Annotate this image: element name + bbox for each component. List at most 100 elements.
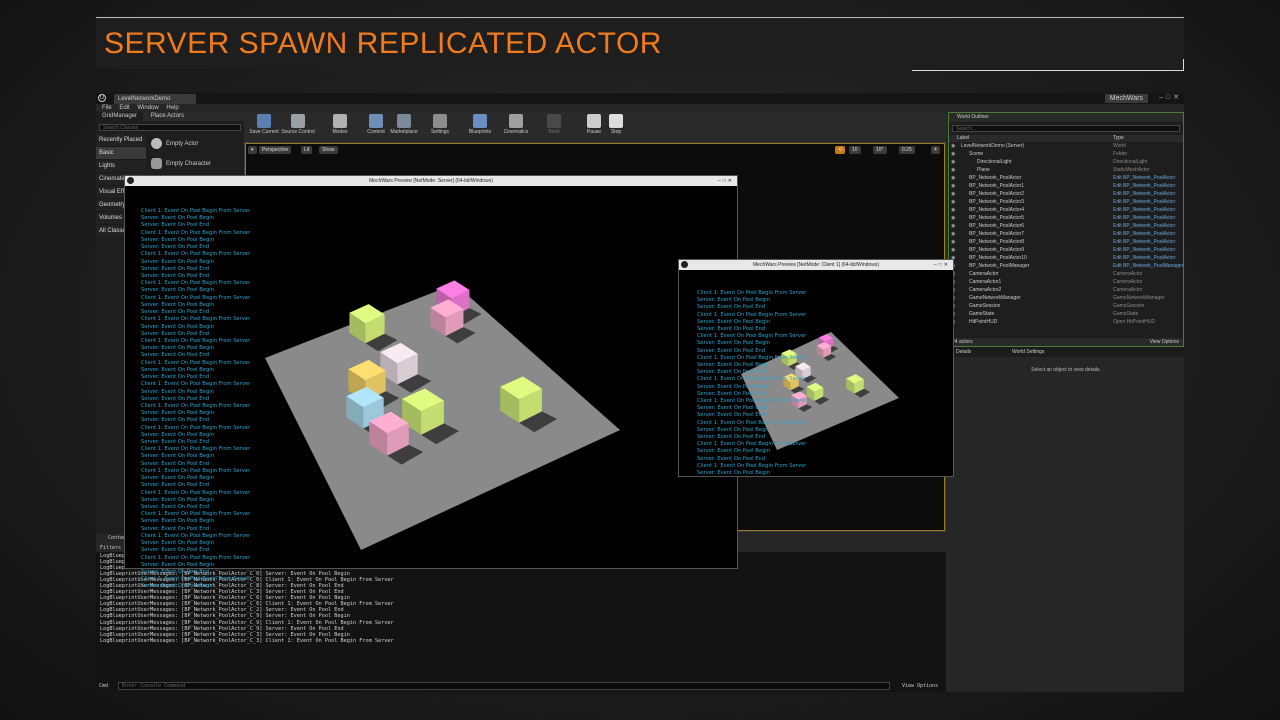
outliner-row-type[interactable]: Edit BP_Network_PoolManager	[1113, 262, 1183, 270]
tab-place-actors[interactable]: Place Actors	[145, 112, 190, 121]
server-preview-window[interactable]: MechWars Preview [NetMode: Server] (64-b…	[124, 175, 738, 589]
visibility-eye-icon[interactable]: ◉	[951, 246, 955, 254]
marketplace-icon	[397, 114, 411, 128]
filters-button[interactable]: Filters	[100, 545, 121, 551]
outliner-row-type[interactable]: Edit BP_Network_PoolActor	[1113, 190, 1175, 198]
onscreen-log-line: Client 1: Event On Pool Begin From Serve…	[141, 467, 251, 474]
category-recently-placed[interactable]: Recently Placed	[96, 134, 146, 147]
outliner-row-type[interactable]: Edit BP_Network_PoolActor	[1113, 198, 1175, 206]
visibility-eye-icon[interactable]: ◉	[951, 222, 955, 230]
onscreen-log-line: Server: Event On Pool End	[697, 326, 766, 332]
window-controls[interactable]: –□✕	[1159, 93, 1182, 101]
outliner-row[interactable]: ◉GameStateGameState	[949, 310, 1183, 318]
visibility-eye-icon[interactable]: ◉	[951, 206, 955, 214]
stop-button[interactable]: Stop	[596, 114, 636, 135]
world-outliner-tab[interactable]: World Outliner	[949, 113, 1183, 122]
visibility-eye-icon[interactable]: ◉	[951, 238, 955, 246]
visibility-eye-icon[interactable]: ◉	[951, 190, 955, 198]
outliner-row-type[interactable]: Edit BP_Network_PoolActor	[1113, 230, 1175, 238]
list-item-empty-character[interactable]: Empty Character	[148, 154, 242, 174]
outliner-row[interactable]: ◉ LevelNetworkDemo (Server) World	[949, 142, 1183, 150]
visibility-eye-icon[interactable]: ◉	[951, 158, 955, 166]
outliner-row[interactable]: ◉ BP_Network_PoolActor2 Edit BP_Network_Po…	[949, 190, 1183, 198]
outliner-row[interactable]: ◉CameraActor1CameraActor	[949, 278, 1183, 286]
visibility-eye-icon[interactable]: ◉	[951, 230, 955, 238]
perspective-button[interactable]: Perspective	[259, 146, 292, 154]
menu-edit[interactable]: Edit	[119, 105, 129, 111]
scale-snap-value[interactable]: 0.25	[899, 146, 915, 154]
cmd-label[interactable]: Cmd	[99, 682, 108, 690]
camera-speed-value[interactable]: 4	[931, 146, 940, 154]
outliner-row[interactable]: ◉GameNetworkManagerGameNetworkManager	[949, 294, 1183, 302]
lit-button[interactable]: Lit	[301, 146, 313, 154]
visibility-eye-icon[interactable]: ◉	[951, 174, 955, 182]
list-item-empty-actor[interactable]: Empty Actor	[148, 134, 242, 154]
outliner-row[interactable]: ◉ BP_Network_PoolActor3 Edit BP_Network_Po…	[949, 198, 1183, 206]
classes-search-input[interactable]: Search Classes	[99, 124, 241, 131]
outliner-row[interactable]: ◉ DirectionalLight DirectionalLight	[949, 158, 1183, 166]
settings-button[interactable]: Settings	[420, 114, 460, 135]
visibility-eye-icon[interactable]: ◉	[951, 142, 955, 150]
outliner-row[interactable]: ◉ Scene Folder	[949, 150, 1183, 158]
marketplace-button[interactable]: Marketplace	[384, 114, 424, 135]
level-tab[interactable]: LevelNetworkDemo	[114, 94, 196, 104]
outliner-row-type[interactable]: Edit BP_Network_PoolActor	[1113, 238, 1175, 246]
outliner-row[interactable]: ◉ BP_Network_PoolActor Edit BP_Network_Poo…	[949, 174, 1183, 182]
outliner-row[interactable]: ◉ BP_Network_PoolActor6 Edit BP_Network_Po…	[949, 222, 1183, 230]
client-preview-window[interactable]: MechWars Preview [NetMode: Client 1] (64…	[678, 259, 954, 477]
outliner-row-type[interactable]: Edit BP_Network_PoolActor	[1113, 174, 1175, 182]
outliner-row[interactable]: ◉BP_Network_PoolManagerEdit BP_Network_P…	[949, 262, 1183, 270]
show-button[interactable]: Show	[319, 146, 338, 154]
grid-snap-value[interactable]: 10	[849, 146, 861, 154]
col-type[interactable]: Type	[1113, 135, 1124, 142]
outliner-row-type[interactable]: Edit BP_Network_PoolActor	[1113, 182, 1175, 190]
tab-gridmanager[interactable]: GridManager	[96, 112, 144, 121]
outliner-row-type[interactable]: Edit BP_Network_PoolActor	[1113, 222, 1175, 230]
outliner-view-options[interactable]: View Options	[1150, 338, 1179, 346]
onscreen-log-line: Client 1: Event On Pool Begin From Serve…	[141, 576, 251, 583]
outliner-row-type[interactable]: Edit BP_Network_PoolActor	[1113, 254, 1175, 262]
visibility-eye-icon[interactable]: ◉	[951, 214, 955, 222]
cinematics-button[interactable]: Cinematics	[496, 114, 536, 135]
outliner-row[interactable]: ◉ BP_Network_PoolActor5 Edit BP_Network_Po…	[949, 214, 1183, 222]
visibility-eye-icon[interactable]: ◉	[951, 166, 955, 174]
outliner-row-type[interactable]: Edit BP_Network_PoolActor	[1113, 214, 1175, 222]
outliner-row[interactable]: ◉GameSessionGameSession	[949, 302, 1183, 310]
menu-window[interactable]: Window	[137, 105, 158, 111]
visibility-eye-icon[interactable]: ◉	[951, 150, 955, 158]
transform-icon[interactable]: ⟲	[835, 146, 846, 154]
tab-world-settings[interactable]: World Settings	[1012, 347, 1044, 357]
outliner-search-input[interactable]: Search...	[952, 125, 1180, 132]
viewport-options-icon[interactable]: ▾	[248, 146, 257, 154]
outliner-row[interactable]: ◉ BP_Network_PoolActor4 Edit BP_Network_Po…	[949, 206, 1183, 214]
client-window-controls[interactable]: –□✕	[934, 260, 950, 270]
outliner-row[interactable]: ◉ BP_Network_PoolActor1 Edit BP_Network_Po…	[949, 182, 1183, 190]
source-control-button[interactable]: Source Control	[278, 114, 318, 135]
col-label[interactable]: Label	[957, 135, 969, 142]
rotation-snap-value[interactable]: 10°	[873, 146, 887, 154]
menu-file[interactable]: File	[102, 105, 112, 111]
outliner-row[interactable]: ◉ BP_Network_PoolActor10 Edit BP_Network_P…	[949, 254, 1183, 262]
visibility-eye-icon[interactable]: ◉	[951, 182, 955, 190]
visibility-eye-icon[interactable]: ◉	[951, 198, 955, 206]
outliner-row-type[interactable]: Edit BP_Network_PoolActor	[1113, 206, 1175, 214]
tab-details[interactable]: Details	[956, 347, 971, 357]
console-command-input[interactable]: Enter Console Command	[118, 682, 890, 690]
outliner-row[interactable]: ◉CameraActorCameraActor	[949, 270, 1183, 278]
category-basic[interactable]: Basic	[96, 147, 146, 160]
category-lights[interactable]: Lights	[96, 160, 146, 173]
log-view-options[interactable]: View Options	[902, 682, 938, 690]
outliner-row-type: CameraActor	[1113, 279, 1143, 285]
outliner-row[interactable]: ◉ Plane StaticMeshActor	[949, 166, 1183, 174]
outliner-row[interactable]: ◉ BP_Network_PoolActor7 Edit BP_Network_Po…	[949, 230, 1183, 238]
outliner-row[interactable]: ◉CameraActor2CameraActor	[949, 286, 1183, 294]
menu-help[interactable]: Help	[166, 105, 178, 111]
outliner-row[interactable]: ◉ BP_Network_PoolActor9 Edit BP_Network_Po…	[949, 246, 1183, 254]
outliner-row-type[interactable]: Edit BP_Network_PoolActor	[1113, 246, 1175, 254]
build-button[interactable]: Build	[534, 114, 574, 135]
modes-button[interactable]: Modes	[320, 114, 360, 135]
server-window-controls[interactable]: –□✕	[718, 176, 734, 186]
outliner-row[interactable]: ◉HitPointHUDOpen HitPointHUD	[949, 318, 1183, 326]
blueprints-button[interactable]: Blueprints	[460, 114, 500, 135]
outliner-row[interactable]: ◉ BP_Network_PoolActor8 Edit BP_Network_Po…	[949, 238, 1183, 246]
